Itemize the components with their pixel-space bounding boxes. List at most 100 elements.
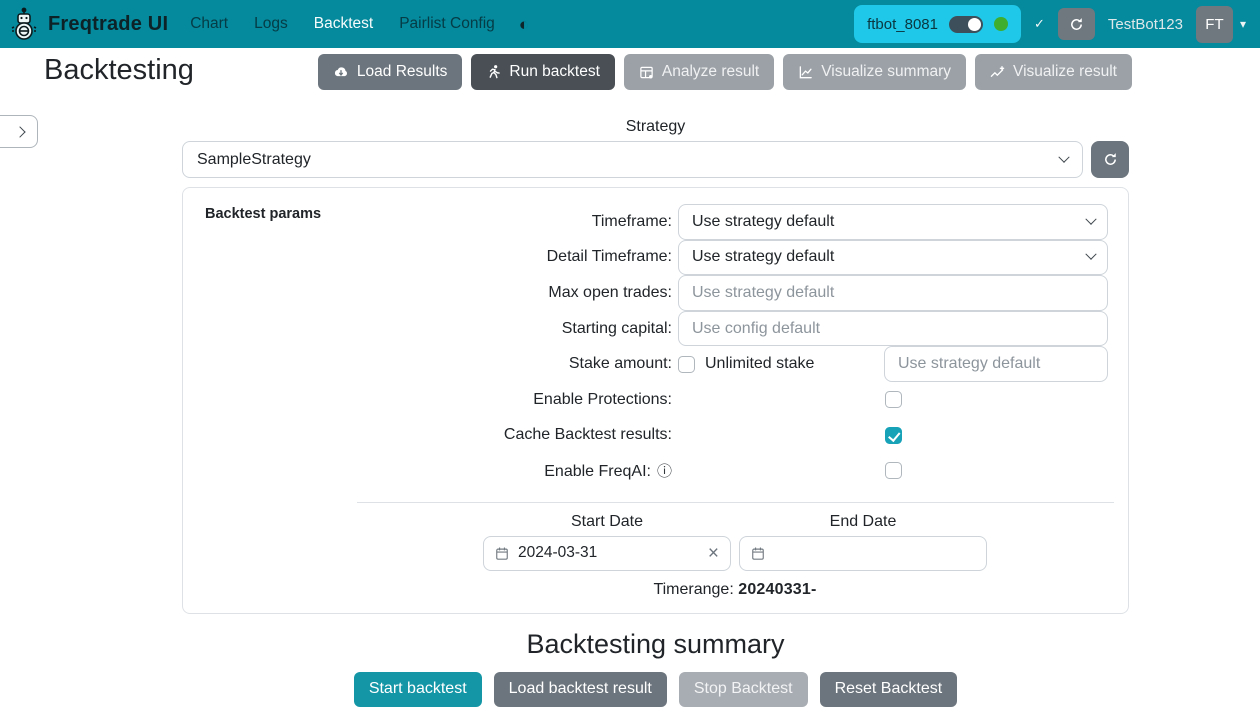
clear-start-date-icon[interactable]: × bbox=[708, 544, 719, 563]
stake-amount-input[interactable] bbox=[884, 346, 1108, 382]
max-open-trades-row: Max open trades: bbox=[199, 275, 1112, 311]
refresh-icon bbox=[1103, 152, 1118, 167]
reset-backtest-button[interactable]: Reset Backtest bbox=[820, 672, 958, 707]
app-brand[interactable]: Freqtrade UI bbox=[48, 13, 168, 36]
load-results-label: Load Results bbox=[357, 63, 447, 81]
nav-link-backtest[interactable]: Backtest bbox=[314, 15, 373, 33]
strategy-row: SampleStrategy bbox=[182, 141, 1129, 178]
chevron-down-icon bbox=[1085, 213, 1096, 224]
strategy-select[interactable]: SampleStrategy bbox=[182, 141, 1083, 178]
chevron-down-icon bbox=[1085, 249, 1096, 260]
run-backtest-label: Run backtest bbox=[509, 63, 599, 81]
timerange-value: 20240331- bbox=[738, 581, 816, 598]
unlimited-stake-checkbox[interactable] bbox=[678, 356, 695, 373]
cloud-download-icon bbox=[333, 65, 349, 80]
sidebar-expand-button[interactable] bbox=[0, 115, 38, 148]
end-date-input[interactable] bbox=[739, 536, 987, 571]
avatar[interactable]: FT bbox=[1196, 6, 1233, 43]
starting-capital-row: Starting capital: bbox=[199, 311, 1112, 347]
load-results-button[interactable]: Load Results bbox=[318, 54, 462, 90]
max-open-trades-input[interactable] bbox=[678, 275, 1108, 311]
timeframe-value: Use strategy default bbox=[692, 213, 834, 231]
analyze-result-button[interactable]: Analyze result bbox=[624, 54, 774, 90]
bot-online-indicator bbox=[994, 17, 1008, 31]
table-icon bbox=[639, 65, 654, 80]
strategy-label: Strategy bbox=[182, 118, 1129, 136]
load-backtest-result-button[interactable]: Load backtest result bbox=[494, 672, 667, 707]
cache-results-checkbox[interactable] bbox=[885, 427, 902, 444]
bot-name: ftbot_8081 bbox=[867, 16, 938, 33]
refresh-bot-button[interactable] bbox=[1058, 8, 1095, 40]
enable-freqai-checkbox[interactable] bbox=[885, 462, 902, 479]
params-divider bbox=[357, 502, 1114, 503]
chart-line-icon bbox=[798, 65, 813, 80]
summary-title: Backtesting summary bbox=[182, 629, 1129, 660]
chevron-down-icon: ▾ bbox=[1240, 17, 1246, 31]
main-nav: Chart Logs Backtest Pairlist Config bbox=[190, 15, 495, 33]
backtest-mode-buttons: Load Results Run backtest bbox=[318, 54, 1132, 90]
navbar-right: ftbot_8081 ✓ TestBot123 FT ▾ bbox=[854, 5, 1246, 43]
bot-enable-toggle[interactable] bbox=[949, 16, 983, 33]
visualize-result-label: Visualize result bbox=[1013, 63, 1117, 81]
chevron-right-icon bbox=[14, 126, 25, 137]
analyze-result-label: Analyze result bbox=[662, 63, 759, 81]
nav-link-pairlist-config[interactable]: Pairlist Config bbox=[399, 15, 495, 33]
person-running-icon bbox=[486, 64, 501, 80]
stake-amount-row: Stake amount: Unlimited stake bbox=[199, 346, 1112, 382]
enable-protections-row: Enable Protections: bbox=[199, 382, 1112, 418]
start-date-input[interactable]: × bbox=[483, 536, 731, 571]
start-backtest-button[interactable]: Start backtest bbox=[354, 672, 482, 707]
visualize-summary-button[interactable]: Visualize summary bbox=[783, 54, 966, 90]
cache-results-row: Cache Backtest results: bbox=[199, 418, 1112, 454]
stake-amount-label: Stake amount: bbox=[199, 355, 678, 373]
calendar-icon bbox=[751, 546, 765, 561]
detail-timeframe-row: Detail Timeframe: Use strategy default bbox=[199, 240, 1112, 276]
page-title: Backtesting bbox=[44, 54, 194, 87]
visualize-summary-label: Visualize summary bbox=[821, 63, 951, 81]
enable-protections-label: Enable Protections: bbox=[199, 391, 678, 409]
calendar-icon bbox=[495, 546, 509, 561]
enable-freqai-label-text: Enable FreqAI: bbox=[544, 463, 651, 480]
detail-timeframe-select[interactable]: Use strategy default bbox=[678, 240, 1108, 276]
account-menu[interactable]: FT ▾ bbox=[1196, 6, 1246, 43]
chart-zigzag-icon bbox=[990, 65, 1005, 80]
run-backtest-button[interactable]: Run backtest bbox=[471, 54, 614, 90]
summary-buttons: Start backtest Load backtest result Stop… bbox=[182, 672, 1129, 707]
timeframe-row: Timeframe: Use strategy default bbox=[199, 204, 1112, 240]
starting-capital-input[interactable] bbox=[678, 311, 1108, 347]
dates-section: Start Date End Date × bbox=[483, 513, 987, 599]
detail-timeframe-value: Use strategy default bbox=[692, 248, 834, 266]
panel-title: Backtest params bbox=[205, 206, 321, 222]
start-date-label: Start Date bbox=[483, 513, 731, 531]
end-date-value[interactable] bbox=[774, 544, 914, 562]
main-content: Strategy SampleStrategy Backtest params … bbox=[182, 118, 1129, 707]
enable-freqai-label: Enable FreqAI: ⓘ bbox=[199, 460, 678, 481]
timerange-label: Timerange: bbox=[653, 581, 733, 598]
page-header: Backtesting Load Results Run backtest bbox=[0, 48, 1260, 100]
start-date-value[interactable] bbox=[518, 544, 658, 562]
nav-link-logs[interactable]: Logs bbox=[254, 15, 288, 33]
enable-freqai-row: Enable FreqAI: ⓘ bbox=[199, 453, 1112, 489]
max-open-trades-label: Max open trades: bbox=[199, 284, 678, 302]
cache-results-label: Cache Backtest results: bbox=[199, 426, 678, 444]
visualize-result-button[interactable]: Visualize result bbox=[975, 54, 1132, 90]
stop-backtest-button[interactable]: Stop Backtest bbox=[679, 672, 808, 707]
strategy-selected-value: SampleStrategy bbox=[197, 151, 311, 169]
refresh-icon bbox=[1069, 17, 1084, 32]
bot-display-name: TestBot123 bbox=[1108, 16, 1183, 33]
nav-link-chart[interactable]: Chart bbox=[190, 15, 228, 33]
backtest-params-panel: Backtest params Timeframe: Use strategy … bbox=[182, 187, 1129, 614]
theme-toggle-icon[interactable]: ◐ bbox=[519, 16, 529, 33]
freqtrade-robot-logo bbox=[8, 7, 40, 41]
navbar: Freqtrade UI Chart Logs Backtest Pairlis… bbox=[0, 0, 1260, 48]
bot-selector-badge[interactable]: ftbot_8081 bbox=[854, 5, 1021, 43]
bot-connected-check-icon: ✓ bbox=[1034, 16, 1045, 32]
timerange-display: Timerange: 20240331- bbox=[483, 581, 987, 599]
detail-timeframe-label: Detail Timeframe: bbox=[199, 248, 678, 266]
info-icon[interactable]: ⓘ bbox=[657, 463, 672, 480]
timeframe-select[interactable]: Use strategy default bbox=[678, 204, 1108, 240]
enable-protections-checkbox[interactable] bbox=[885, 391, 902, 408]
reload-strategy-button[interactable] bbox=[1091, 141, 1129, 178]
unlimited-stake-label: Unlimited stake bbox=[705, 355, 814, 373]
end-date-label: End Date bbox=[739, 513, 987, 531]
